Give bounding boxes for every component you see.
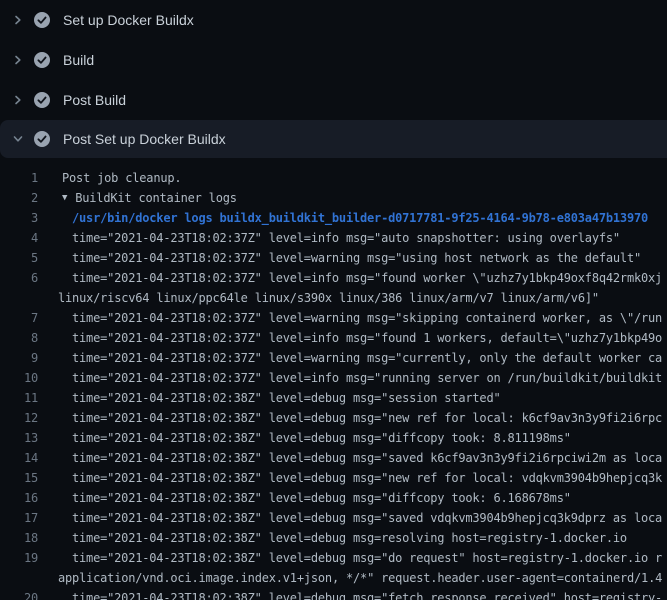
line-number — [0, 568, 38, 588]
log-text: time="2021-04-23T18:02:37Z" level=warnin… — [72, 308, 662, 328]
log-row: 7 time="2021-04-23T18:02:37Z" level=warni… — [0, 308, 667, 328]
log-row: 20 time="2021-04-23T18:02:38Z" level=debu… — [0, 588, 667, 600]
log-row: 19 time="2021-04-23T18:02:38Z" level=debu… — [0, 548, 667, 568]
log-text: time="2021-04-23T18:02:37Z" level=warnin… — [72, 348, 662, 368]
log-text: Post job cleanup. — [62, 168, 181, 188]
chevron-right-icon — [12, 54, 24, 66]
log-text: time="2021-04-23T18:02:38Z" level=debug … — [72, 548, 662, 568]
step-label: Post Set up Docker Buildx — [63, 131, 226, 147]
log-row: 11 time="2021-04-23T18:02:38Z" level=debu… — [0, 388, 667, 408]
line-number[interactable]: 15 — [0, 468, 38, 488]
line-number[interactable]: 9 — [0, 348, 38, 368]
line-number[interactable]: 8 — [0, 328, 38, 348]
log-command-text: /usr/bin/docker logs buildx_buildkit_bui… — [72, 208, 648, 228]
line-number[interactable]: 7 — [0, 308, 38, 328]
check-circle-icon — [34, 12, 50, 28]
line-number[interactable]: 3 — [0, 208, 38, 228]
line-number[interactable]: 10 — [0, 368, 38, 388]
log-text: time="2021-04-23T18:02:38Z" level=debug … — [72, 428, 571, 448]
log-row: 18 time="2021-04-23T18:02:38Z" level=debu… — [0, 528, 667, 548]
log-row: 5 time="2021-04-23T18:02:37Z" level=warni… — [0, 248, 667, 268]
step-row[interactable]: Build — [0, 40, 667, 80]
step-label: Post Build — [63, 92, 126, 108]
log-text: time="2021-04-23T18:02:37Z" level=info m… — [72, 328, 662, 348]
line-number[interactable]: 11 — [0, 388, 38, 408]
line-number[interactable]: 13 — [0, 428, 38, 448]
chevron-right-icon — [12, 94, 24, 106]
log-text: time="2021-04-23T18:02:37Z" level=info m… — [72, 368, 662, 388]
log-row: 6 time="2021-04-23T18:02:37Z" level=info … — [0, 268, 667, 288]
log-row: 13 time="2021-04-23T18:02:38Z" level=debu… — [0, 428, 667, 448]
log-text: time="2021-04-23T18:02:38Z" level=debug … — [72, 408, 662, 428]
log-row: application/vnd.oci.image.index.v1+json,… — [0, 568, 667, 588]
line-number[interactable]: 19 — [0, 548, 38, 568]
chevron-down-icon — [12, 133, 24, 145]
line-number[interactable]: 14 — [0, 448, 38, 468]
line-number[interactable]: 18 — [0, 528, 38, 548]
log-text: time="2021-04-23T18:02:37Z" level=info m… — [72, 228, 620, 248]
line-number[interactable]: 20 — [0, 588, 38, 600]
check-circle-icon — [34, 131, 50, 147]
log-text: time="2021-04-23T18:02:38Z" level=debug … — [72, 448, 662, 468]
line-number[interactable]: 2 — [0, 188, 38, 208]
log-text: time="2021-04-23T18:02:38Z" level=debug … — [72, 588, 662, 600]
log-text: linux/riscv64 linux/ppc64le linux/s390x … — [58, 288, 599, 308]
log-row: 9 time="2021-04-23T18:02:37Z" level=warni… — [0, 348, 667, 368]
log-row: 17 time="2021-04-23T18:02:38Z" level=debu… — [0, 508, 667, 528]
step-row[interactable]: Set up Docker Buildx — [0, 0, 667, 40]
log-text: time="2021-04-23T18:02:37Z" level=info m… — [72, 268, 662, 288]
step-row[interactable]: Post Set up Docker Buildx — [0, 120, 667, 158]
log-row: 15 time="2021-04-23T18:02:38Z" level=debu… — [0, 468, 667, 488]
line-number[interactable]: 17 — [0, 508, 38, 528]
line-number[interactable]: 4 — [0, 228, 38, 248]
log-row: 4 time="2021-04-23T18:02:37Z" level=info … — [0, 228, 667, 248]
log-row: linux/riscv64 linux/ppc64le linux/s390x … — [0, 288, 667, 308]
group-collapse-icon[interactable]: ▼ — [62, 188, 67, 208]
line-number — [0, 288, 38, 308]
log-row: 3/usr/bin/docker logs buildx_buildkit_bu… — [0, 208, 667, 228]
log-text: application/vnd.oci.image.index.v1+json,… — [58, 568, 662, 588]
step-label: Set up Docker Buildx — [63, 12, 194, 28]
check-circle-icon — [34, 92, 50, 108]
log-text: time="2021-04-23T18:02:38Z" level=debug … — [72, 468, 662, 488]
log-panel: 1 Post job cleanup. 2 ▼ BuildKit container l… — [0, 158, 667, 600]
line-number[interactable]: 16 — [0, 488, 38, 508]
step-row[interactable]: Post Build — [0, 80, 667, 120]
log-text: time="2021-04-23T18:02:38Z" level=debug … — [72, 508, 662, 528]
workflow-steps-list: Set up Docker Buildx Build Post Build — [0, 0, 667, 158]
log-row: 12 time="2021-04-23T18:02:38Z" level=debu… — [0, 408, 667, 428]
log-row: 1 Post job cleanup. — [0, 168, 667, 188]
log-row: 16 time="2021-04-23T18:02:38Z" level=debu… — [0, 488, 667, 508]
line-number[interactable]: 12 — [0, 408, 38, 428]
log-row: 2 ▼ BuildKit container logs — [0, 188, 667, 208]
log-row: 8 time="2021-04-23T18:02:37Z" level=info … — [0, 328, 667, 348]
line-number[interactable]: 6 — [0, 268, 38, 288]
check-circle-icon — [34, 52, 50, 68]
log-row: 10 time="2021-04-23T18:02:37Z" level=info… — [0, 368, 667, 388]
log-text: time="2021-04-23T18:02:38Z" level=debug … — [72, 488, 571, 508]
log-text: time="2021-04-23T18:02:38Z" level=debug … — [72, 388, 501, 408]
line-number[interactable]: 1 — [0, 168, 38, 188]
step-label: Build — [63, 52, 94, 68]
log-text[interactable]: BuildKit container logs — [75, 188, 237, 208]
log-row: 14 time="2021-04-23T18:02:38Z" level=debu… — [0, 448, 667, 468]
log-text: time="2021-04-23T18:02:37Z" level=warnin… — [72, 248, 641, 268]
line-number[interactable]: 5 — [0, 248, 38, 268]
log-text: time="2021-04-23T18:02:38Z" level=debug … — [72, 528, 627, 548]
chevron-right-icon — [12, 14, 24, 26]
